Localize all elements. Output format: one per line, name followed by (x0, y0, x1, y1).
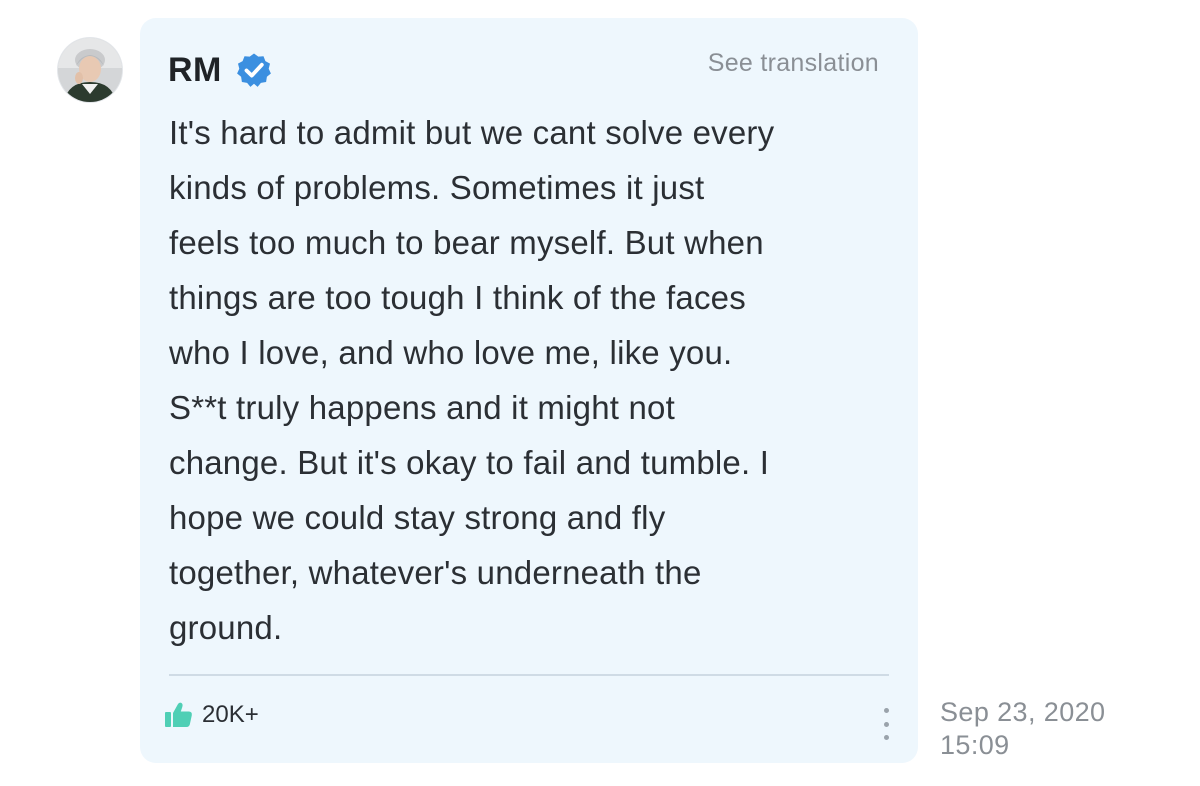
timestamp: Sep 23, 2020 15:09 (940, 696, 1105, 762)
timestamp-time: 15:09 (940, 730, 1010, 760)
more-vertical-icon-dot (883, 721, 889, 727)
divider (169, 674, 889, 676)
post-container: RM See translation It's hard to admit bu… (0, 0, 1200, 786)
timestamp-date: Sep 23, 2020 (940, 697, 1106, 727)
author-avatar[interactable] (58, 38, 122, 102)
author-name[interactable]: RM (168, 51, 222, 90)
like-button[interactable]: 20K+ (164, 701, 259, 729)
more-vertical-icon-dot (883, 708, 889, 713)
more-options-button[interactable] (880, 708, 892, 740)
see-translation-link[interactable]: See translation (708, 49, 879, 78)
avatar-image (58, 38, 122, 102)
more-vertical-icon-dot (883, 735, 889, 740)
author-row: RM (168, 48, 272, 92)
thumbs-up-icon (165, 702, 192, 727)
verified-badge-icon (236, 53, 271, 87)
message-text: It's hard to admit but we cant solve eve… (169, 114, 775, 646)
like-count: 20K+ (202, 701, 259, 728)
message-bubble: RM See translation It's hard to admit bu… (140, 18, 918, 763)
